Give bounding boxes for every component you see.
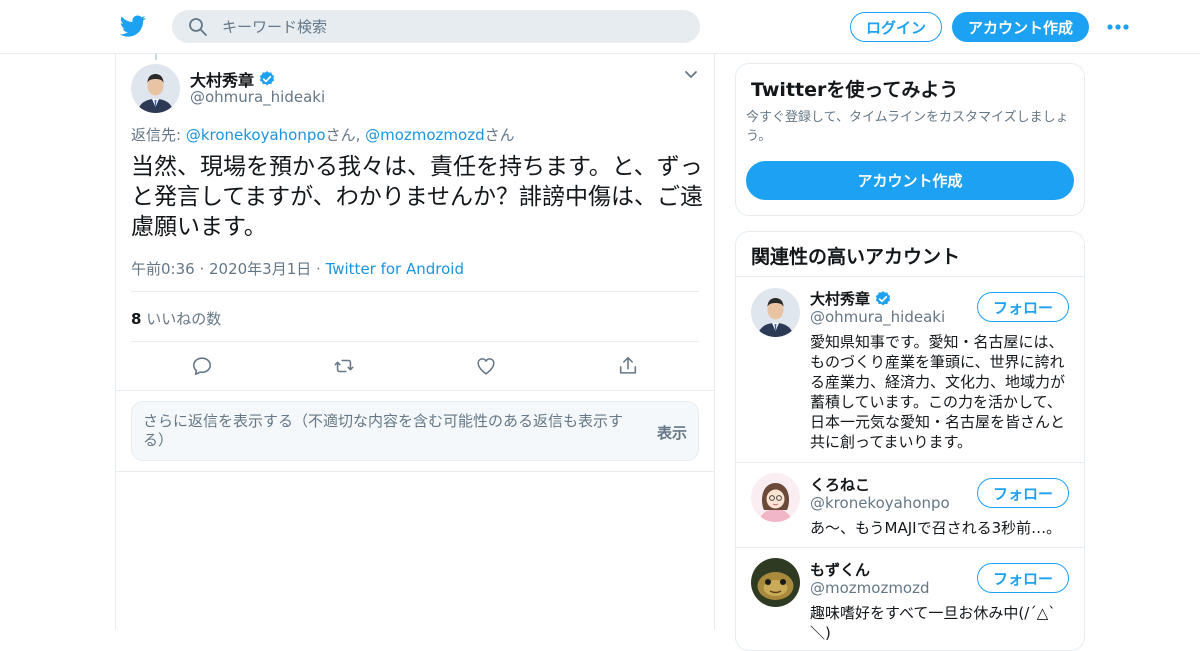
signup-button[interactable]: アカウント作成	[952, 12, 1089, 42]
tweet-text: 当然、現場を預かる我々は、責任を持ちます。と、ずっと発言してますが、わかりません…	[131, 154, 704, 240]
account-avatar-image	[751, 473, 800, 522]
signup-card-button[interactable]: アカウント作成	[746, 161, 1074, 200]
account-avatar-image	[751, 558, 800, 607]
reply-san-suffix: さん,	[325, 126, 366, 144]
reply-mention-mozmozmozd[interactable]: @mozmozmozd	[365, 126, 485, 144]
like-count-label: いいねの数	[141, 310, 222, 328]
author-avatar-image	[131, 64, 180, 113]
verified-badge-icon	[875, 290, 891, 305]
login-button[interactable]: ログイン	[850, 12, 942, 42]
search-input[interactable]	[222, 10, 682, 43]
thread-connector-line	[155, 54, 157, 60]
tweet-timestamp[interactable]: 午前0:36 · 2020年3月1日 ·	[131, 260, 326, 278]
signup-card-title: Twitterを使ってみよう	[751, 79, 959, 101]
account-avatar[interactable]	[751, 473, 800, 522]
related-accounts-card: 関連性の高いアカウント 大村秀章 @ohmura_hideaki フォロー 愛知…	[735, 231, 1085, 651]
divider	[116, 471, 714, 472]
account-name[interactable]: 大村秀章	[810, 288, 870, 309]
account-avatar[interactable]	[751, 288, 800, 337]
account-handle[interactable]: @ohmura_hideaki	[810, 308, 945, 326]
account-name-row: もずくん	[810, 559, 870, 580]
follow-button[interactable]: フォロー	[977, 563, 1069, 593]
account-bio: 趣味嗜好をすべて一旦お休み中(/´△`＼)	[810, 604, 1056, 642]
account-bio: あ〜、もうMAJIで召される3秒前…。	[810, 519, 1062, 537]
divider	[131, 341, 699, 342]
show-more-replies-button[interactable]: 表示	[657, 422, 687, 443]
divider	[736, 462, 1084, 463]
account-handle[interactable]: @kronekoyahonpo	[810, 494, 950, 512]
account-name-row: くろねこ	[810, 474, 870, 495]
verified-badge-icon	[259, 71, 275, 86]
tweet-meta: 午前0:36 · 2020年3月1日 · Twitter for Android	[131, 258, 464, 279]
top-bar: ログイン アカウント作成	[0, 0, 1200, 54]
account-name[interactable]: くろねこ	[810, 474, 870, 495]
show-more-replies-text: さらに返信を表示する（不適切な内容を含む可能性のある返信も表示する）	[143, 412, 624, 449]
share-icon[interactable]	[617, 355, 639, 377]
account-bio: 愛知県知事です。愛知・名古屋には、ものづくり産業を筆頭に、世界に誇れる産業力、経…	[810, 333, 1066, 451]
show-more-replies-box[interactable]: さらに返信を表示する（不適切な内容を含む可能性のある返信も表示する） 表示	[131, 401, 699, 461]
account-avatar[interactable]	[751, 558, 800, 607]
account-handle[interactable]: @mozmozmozd	[810, 579, 930, 597]
like-count-row[interactable]: 8 いいねの数	[131, 308, 221, 329]
retweet-icon[interactable]	[333, 355, 355, 377]
follow-button[interactable]: フォロー	[977, 478, 1069, 508]
signup-card-description: 今すぐ登録して、タイムラインをカスタマイズしましょう。	[746, 110, 1069, 144]
account-avatar-image	[751, 288, 800, 337]
reply-prefix: 返信先:	[131, 126, 186, 144]
account-name-row: 大村秀章	[810, 288, 892, 309]
tweet-source-link[interactable]: Twitter for Android	[326, 260, 464, 278]
related-accounts-title: 関連性の高いアカウント	[751, 246, 961, 268]
divider	[736, 547, 1084, 548]
reply-icon[interactable]	[191, 355, 213, 377]
author-handle[interactable]: @ohmura_hideaki	[190, 88, 325, 106]
like-count: 8	[131, 310, 142, 328]
reply-mention-kronekoyahonpo[interactable]: @kronekoyahonpo	[186, 126, 326, 144]
like-heart-icon[interactable]	[475, 355, 497, 377]
account-name[interactable]: もずくん	[810, 559, 870, 580]
author-avatar[interactable]	[131, 64, 180, 113]
reply-san-suffix: さん	[484, 126, 515, 144]
divider	[131, 291, 699, 292]
reply-to-line: 返信先: @kronekoyahonpoさん, @mozmozmozdさん	[131, 124, 515, 145]
signup-card: Twitterを使ってみよう 今すぐ登録して、タイムラインをカスタマイズしましょ…	[735, 63, 1085, 216]
divider	[736, 276, 1084, 277]
twitter-bird-icon[interactable]	[120, 13, 146, 39]
search-icon	[189, 18, 207, 36]
follow-button[interactable]: フォロー	[977, 292, 1069, 322]
divider	[116, 390, 714, 391]
more-dots-icon[interactable]	[1106, 20, 1130, 34]
chevron-down-icon[interactable]	[683, 69, 699, 81]
